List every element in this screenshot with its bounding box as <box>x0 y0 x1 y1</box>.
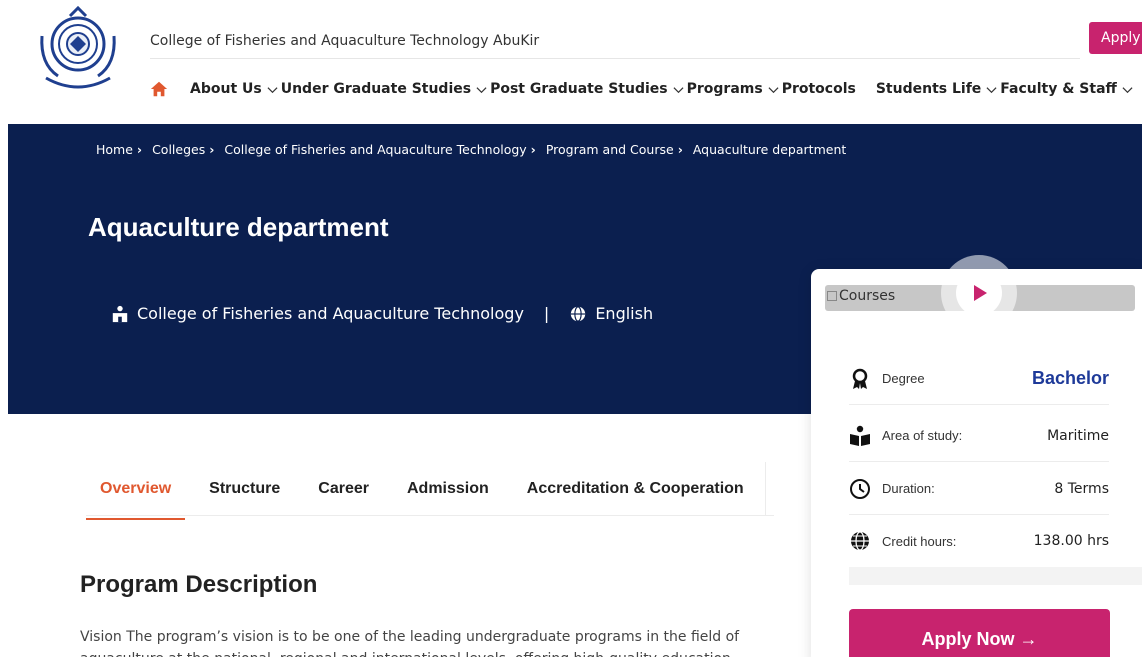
nav-label: About Us <box>190 81 262 97</box>
nav-about-us[interactable]: About Us <box>190 81 281 97</box>
section-title: Program Description <box>80 571 318 598</box>
main-nav: About Us Under Graduate Studies Post Gra… <box>150 80 1136 98</box>
apply-now-button[interactable]: Apply Now → <box>849 609 1110 657</box>
info-label: Credit hours: <box>882 533 957 549</box>
program-info-card: Courses Degree Bachelor Area of study: M… <box>811 255 1142 657</box>
program-tabs: Overview Structure Career Admission Accr… <box>86 462 782 520</box>
program-description: Vision The program’s vision is to be one… <box>80 629 740 657</box>
chevron-down-icon <box>1122 86 1133 93</box>
home-icon[interactable] <box>150 80 168 98</box>
tab-accreditation[interactable]: Accreditation & Cooperation <box>527 462 744 520</box>
apply-button[interactable]: Apply <box>1089 22 1142 54</box>
globe-icon <box>851 531 869 551</box>
chevron-down-icon <box>673 86 684 93</box>
info-label: Degree <box>882 371 925 386</box>
breadcrumb-current: Aquaculture department <box>692 142 847 157</box>
breadcrumb-separator: › <box>530 142 536 157</box>
hero-college: College of Fisheries and Aquaculture Tec… <box>137 304 524 323</box>
info-row-duration: Duration: 8 Terms <box>849 463 1109 515</box>
media-alt-text: Courses <box>839 288 896 304</box>
page-title: Aquaculture department <box>88 212 389 242</box>
play-button[interactable] <box>956 270 1002 316</box>
chevron-down-icon <box>986 86 997 93</box>
tab-career[interactable]: Career <box>318 462 369 520</box>
hero-language: English <box>595 304 654 323</box>
nav-students-life[interactable]: Students Life <box>876 81 1000 97</box>
breadcrumb: Home › Colleges › College of Fisheries and… <box>96 142 846 157</box>
tabs-divider <box>86 515 774 516</box>
broken-image-icon <box>827 291 837 301</box>
breadcrumb-program[interactable]: Program and Course <box>546 142 674 157</box>
info-row-degree: Degree Bachelor <box>849 353 1109 405</box>
info-label: Area of study: <box>882 428 963 443</box>
nav-post-graduate-studies[interactable]: Post Graduate Studies <box>490 81 687 97</box>
hero-separator: | <box>543 304 550 323</box>
breadcrumb-home[interactable]: Home <box>96 142 133 157</box>
award-icon <box>852 368 868 389</box>
nav-protocols[interactable]: Protocols <box>782 81 856 97</box>
nav-label: Under Graduate Studies <box>280 81 472 97</box>
hero-meta: College of Fisheries and Aquaculture Tec… <box>111 304 653 323</box>
breadcrumb-college[interactable]: College of Fisheries and Aquaculture Tec… <box>224 142 526 157</box>
globe-icon <box>571 305 586 322</box>
college-name: College of Fisheries and Aquaculture Tec… <box>150 33 540 49</box>
info-value-area: Maritime <box>1047 427 1109 444</box>
nav-label: Faculty & Staff <box>1000 81 1117 97</box>
info-row-credit-hours: Credit hours: 138.00 hrs <box>849 515 1109 567</box>
nav-label: Programs <box>686 81 763 97</box>
card-divider-strip <box>849 567 1142 585</box>
reader-icon <box>850 425 870 446</box>
building-icon <box>112 305 128 322</box>
info-value-degree: Bachelor <box>1031 368 1109 388</box>
nav-faculty-staff[interactable]: Faculty & Staff <box>1000 81 1136 97</box>
breadcrumb-separator: › <box>209 142 215 157</box>
chevron-down-icon <box>267 86 278 93</box>
info-value-credit-hours: 138.00 hrs <box>1033 533 1109 549</box>
university-seal-logo[interactable] <box>30 6 126 92</box>
clock-icon <box>850 478 870 499</box>
nav-label: Students Life <box>875 81 982 97</box>
breadcrumb-separator: › <box>677 142 683 157</box>
tab-structure[interactable]: Structure <box>209 462 280 520</box>
nav-label: Protocols <box>781 81 856 97</box>
header-divider <box>150 58 1080 59</box>
tab-admission[interactable]: Admission <box>407 462 489 520</box>
tab-overview[interactable]: Overview <box>86 462 186 520</box>
info-label: Duration: <box>882 481 935 496</box>
info-value-duration: 8 Terms <box>1054 480 1109 497</box>
chevron-down-icon <box>476 86 487 93</box>
site-header: College of Fisheries and Aquaculture Tec… <box>0 0 1142 124</box>
nav-programs[interactable]: Programs <box>687 81 782 97</box>
nav-label: Post Graduate Studies <box>490 81 668 97</box>
chevron-down-icon <box>768 86 779 93</box>
nav-under-graduate-studies[interactable]: Under Graduate Studies <box>281 81 490 97</box>
breadcrumb-separator: › <box>136 142 143 157</box>
tabs-edge-divider <box>765 462 766 516</box>
info-row-area: Area of study: Maritime <box>849 410 1109 462</box>
breadcrumb-colleges[interactable]: Colleges <box>152 142 205 157</box>
